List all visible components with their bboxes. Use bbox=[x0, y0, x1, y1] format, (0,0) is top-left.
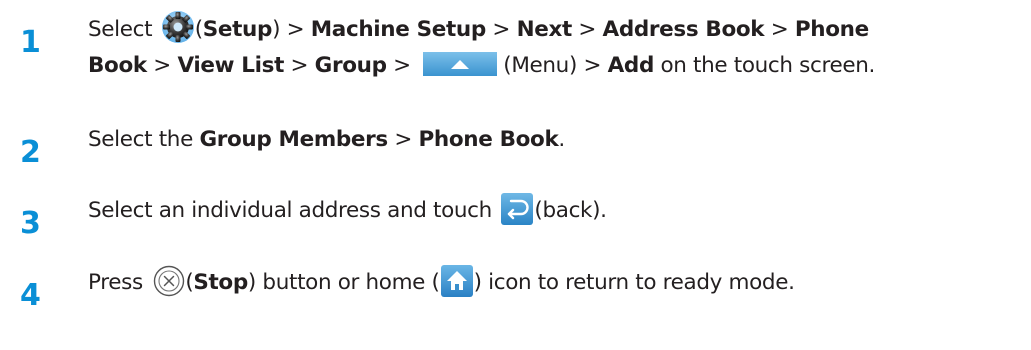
home-icon bbox=[440, 264, 474, 298]
setup-gear-icon bbox=[161, 10, 195, 44]
phone-label: Phone bbox=[794, 17, 869, 42]
step-instruction: Select the Group Members > Phone Book. bbox=[88, 127, 565, 152]
next-label: Next bbox=[516, 17, 573, 42]
setup-label: Setup bbox=[202, 17, 273, 42]
step-instruction: Press (Stop) button or home ( ) icon to … bbox=[88, 265, 1025, 301]
add-label: Add bbox=[607, 53, 655, 78]
step-number: 2 bbox=[20, 135, 41, 170]
step-instruction: Select (Setup) > Machine Setup > Next > … bbox=[88, 10, 1025, 84]
group-members-label: Group Members bbox=[199, 127, 388, 152]
menu-up-arrow-icon bbox=[423, 52, 498, 76]
book-label: Book bbox=[88, 53, 147, 78]
stop-button-icon bbox=[153, 265, 185, 297]
machine-setup-label: Machine Setup bbox=[310, 17, 487, 42]
stop-label: Stop bbox=[193, 270, 248, 295]
step-number: 4 bbox=[20, 278, 41, 313]
phone-book-label: Phone Book bbox=[418, 127, 559, 152]
back-arrow-icon bbox=[500, 192, 534, 226]
view-list-label: View List bbox=[177, 53, 285, 78]
address-book-label: Address Book bbox=[602, 17, 765, 42]
step-number: 3 bbox=[20, 206, 41, 241]
step-instruction: Select an individual address and touch (… bbox=[88, 193, 1025, 229]
instruction-text: Select bbox=[88, 17, 159, 42]
step-number: 1 bbox=[20, 25, 41, 60]
group-label: Group bbox=[314, 53, 387, 78]
